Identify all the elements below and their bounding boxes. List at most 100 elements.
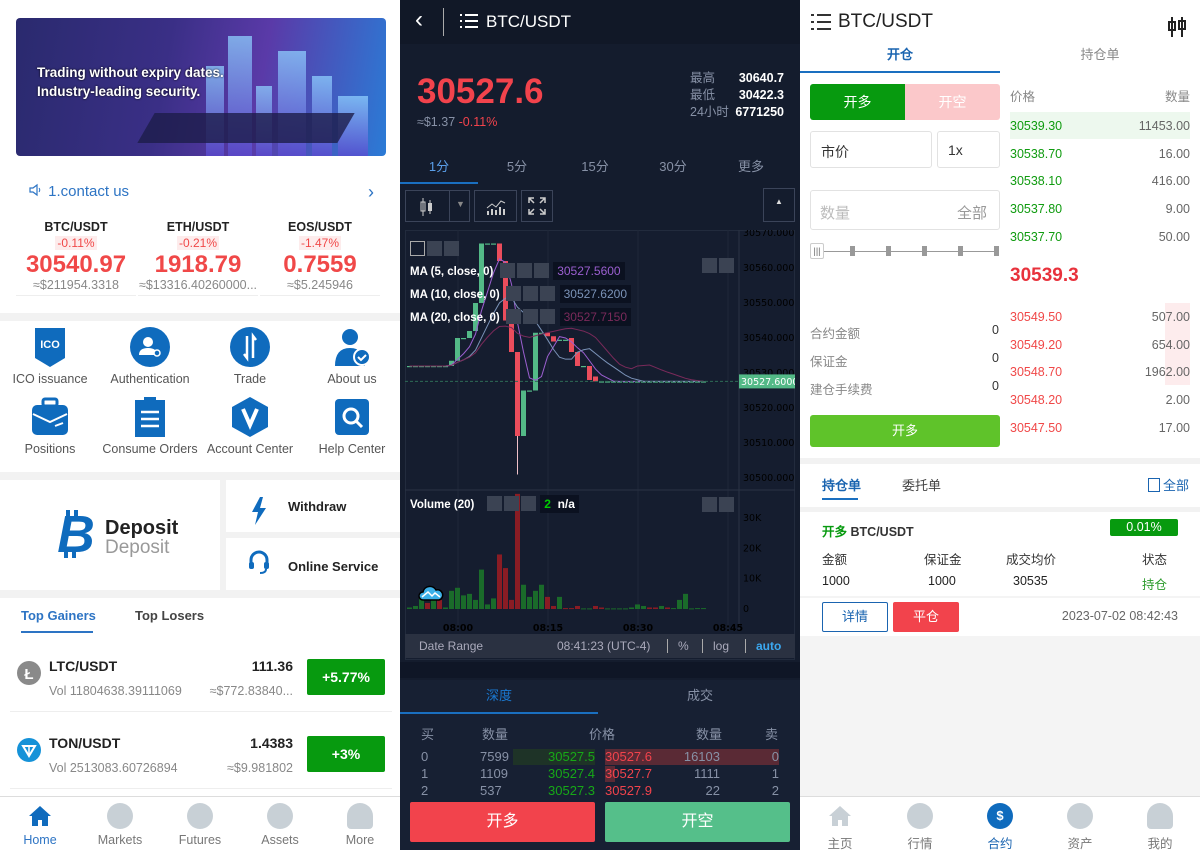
nav-futures[interactable]: Futures bbox=[160, 797, 240, 850]
percent-toggle[interactable]: % bbox=[667, 639, 689, 653]
slider-handle[interactable]: ||| bbox=[810, 243, 824, 259]
tab-15m[interactable]: 15分 bbox=[556, 156, 634, 184]
settings-icon[interactable] bbox=[523, 286, 539, 302]
tab-open-position[interactable]: 开仓 bbox=[800, 44, 1000, 73]
tab-more[interactable]: 更多 bbox=[712, 156, 790, 184]
nav-assets[interactable]: Assets bbox=[240, 797, 320, 850]
grid-item-consume-orders[interactable]: Consume Orders bbox=[100, 396, 200, 456]
eye-icon[interactable] bbox=[506, 309, 522, 325]
ask-row[interactable]: 30549.50 507.00 bbox=[1010, 310, 1190, 324]
eye-icon[interactable] bbox=[499, 263, 515, 279]
online-service-button[interactable]: Online Service bbox=[226, 538, 400, 590]
close-position-button[interactable]: 平仓 bbox=[893, 602, 959, 632]
order-type-select[interactable]: 市价 bbox=[810, 131, 932, 168]
menu-icon[interactable] bbox=[460, 14, 478, 28]
indicators-button[interactable] bbox=[474, 190, 517, 222]
close-icon[interactable] bbox=[540, 309, 556, 325]
bid-row[interactable]: 30537.70 50.00 bbox=[1010, 230, 1190, 244]
ticker-eth[interactable]: ETH/USDT -0.21% 1918.79 ≈$13316.40260000… bbox=[138, 220, 258, 296]
candlestick-chart-icon[interactable] bbox=[1167, 16, 1187, 38]
bid-row[interactable]: 30537.80 9.00 bbox=[1010, 202, 1190, 216]
change-badge[interactable]: +5.77% bbox=[307, 659, 385, 695]
tab-positions[interactable]: 持仓单 bbox=[1000, 44, 1200, 63]
nav-home[interactable]: Home bbox=[0, 797, 80, 850]
close-icon[interactable] bbox=[540, 286, 556, 302]
settings-icon[interactable] bbox=[503, 496, 519, 512]
collapse-legend-icon[interactable] bbox=[410, 241, 425, 257]
eye-icon[interactable] bbox=[427, 241, 442, 257]
tab-trades[interactable]: 成交 bbox=[600, 680, 800, 714]
settings-icon[interactable] bbox=[444, 241, 459, 257]
nav-mine[interactable]: 我的 bbox=[1120, 797, 1200, 850]
back-arrow-icon[interactable]: ‹ bbox=[415, 6, 423, 34]
chart-type-dropdown[interactable]: ▼ bbox=[405, 190, 470, 222]
bid-row[interactable]: 30538.70 16.00 bbox=[1010, 147, 1190, 161]
arrow-down-icon[interactable] bbox=[702, 258, 717, 274]
menu-icon[interactable] bbox=[811, 13, 831, 31]
list-item[interactable]: Ł LTC/USDT 111.36 Vol 11804638.39111069 … bbox=[10, 650, 392, 712]
settings-icon[interactable] bbox=[516, 263, 532, 279]
ask-row[interactable]: 30548.70 1962.00 bbox=[1010, 365, 1190, 379]
all-orders-link[interactable]: 全部 bbox=[1148, 475, 1189, 494]
change-badge[interactable]: +3% bbox=[307, 736, 385, 772]
nav-home[interactable]: 主页 bbox=[800, 797, 880, 850]
grid-item-help-center[interactable]: Help Center bbox=[302, 396, 400, 456]
tab-depth[interactable]: 深度 bbox=[400, 680, 598, 714]
long-toggle[interactable]: 开多 bbox=[810, 84, 905, 120]
leverage-select[interactable]: 1x bbox=[937, 131, 1000, 168]
ticker-btc[interactable]: BTC/USDT -0.11% 30540.97 ≈$211954.3318 bbox=[16, 220, 136, 296]
close-icon[interactable] bbox=[520, 496, 536, 512]
tab-top-gainers[interactable]: Top Gainers bbox=[21, 608, 96, 623]
notice-bar[interactable]: 1.contact us › bbox=[28, 182, 378, 206]
grid-item-authentication[interactable]: Authentication bbox=[100, 326, 200, 386]
settings-icon[interactable] bbox=[523, 309, 539, 325]
date-range-button[interactable]: Date Range bbox=[419, 639, 483, 653]
nav-markets[interactable]: 行情 bbox=[880, 797, 960, 850]
arrow-updown-icon[interactable] bbox=[719, 258, 734, 274]
nav-more[interactable]: More bbox=[320, 797, 400, 850]
ask-row[interactable]: 30549.20 654.00 bbox=[1010, 338, 1190, 352]
arrow-up-icon[interactable] bbox=[702, 497, 717, 513]
pair-title[interactable]: BTC/USDT bbox=[838, 11, 933, 33]
short-toggle[interactable]: 开空 bbox=[905, 84, 1000, 120]
tab-30m[interactable]: 30分 bbox=[634, 156, 712, 184]
open-short-button[interactable]: 开空 bbox=[605, 802, 790, 842]
tab-1m[interactable]: 1分 bbox=[400, 156, 478, 184]
submit-open-long-button[interactable]: 开多 bbox=[810, 415, 1000, 447]
grid-item-account-center[interactable]: Account Center bbox=[200, 396, 300, 456]
nav-markets[interactable]: Markets bbox=[80, 797, 160, 850]
details-button[interactable]: 详情 bbox=[822, 602, 888, 632]
bid-row[interactable]: 30538.10 416.00 bbox=[1010, 174, 1190, 188]
nav-assets[interactable]: 资产 bbox=[1040, 797, 1120, 850]
deposit-card[interactable]: B Deposit Deposit bbox=[0, 480, 220, 590]
grid-item-trade[interactable]: Trade bbox=[200, 326, 300, 386]
arrow-updown-icon[interactable] bbox=[719, 497, 734, 513]
close-icon[interactable] bbox=[533, 263, 549, 279]
ask-row[interactable]: 30548.20 2.00 bbox=[1010, 393, 1190, 407]
chevron-right-icon[interactable]: › bbox=[368, 182, 374, 203]
bid-row[interactable]: 30539.30 11453.00 bbox=[1010, 119, 1190, 133]
ask-row[interactable]: 30547.50 17.00 bbox=[1010, 421, 1190, 435]
grid-item-ico-issuance[interactable]: ICO ICO issuance bbox=[0, 326, 100, 386]
pair-title[interactable]: BTC/USDT bbox=[486, 12, 571, 32]
tab-holdings[interactable]: 持仓单 bbox=[822, 475, 861, 494]
quantity-all-button[interactable]: 全部 bbox=[957, 202, 987, 223]
auto-toggle[interactable]: auto bbox=[745, 639, 781, 653]
withdraw-button[interactable]: Withdraw bbox=[226, 480, 400, 532]
tab-entrusted[interactable]: 委托单 bbox=[902, 475, 941, 494]
eye-icon[interactable] bbox=[506, 286, 522, 302]
eye-icon[interactable] bbox=[486, 496, 502, 512]
grid-item-about-us[interactable]: About us bbox=[302, 326, 400, 386]
grid-item-positions[interactable]: Positions bbox=[0, 396, 100, 456]
tab-5m[interactable]: 5分 bbox=[478, 156, 556, 184]
log-toggle[interactable]: log bbox=[702, 639, 729, 653]
nav-futures[interactable]: $ 合约 bbox=[960, 797, 1040, 850]
quantity-slider[interactable]: ||| bbox=[810, 241, 1000, 261]
list-item[interactable]: TON/USDT 1.4383 Vol 2513083.60726894 ≈$9… bbox=[10, 727, 392, 789]
fullscreen-button[interactable] bbox=[521, 190, 553, 222]
quantity-input[interactable]: 数量 全部 bbox=[810, 190, 1000, 230]
promo-banner[interactable]: Trading without expiry dates. Industry-l… bbox=[16, 18, 386, 156]
ticker-eos[interactable]: EOS/USDT -1.47% 0.7559 ≈$5.245946 bbox=[260, 220, 380, 296]
tab-top-losers[interactable]: Top Losers bbox=[135, 608, 204, 623]
open-long-button[interactable]: 开多 bbox=[410, 802, 595, 842]
